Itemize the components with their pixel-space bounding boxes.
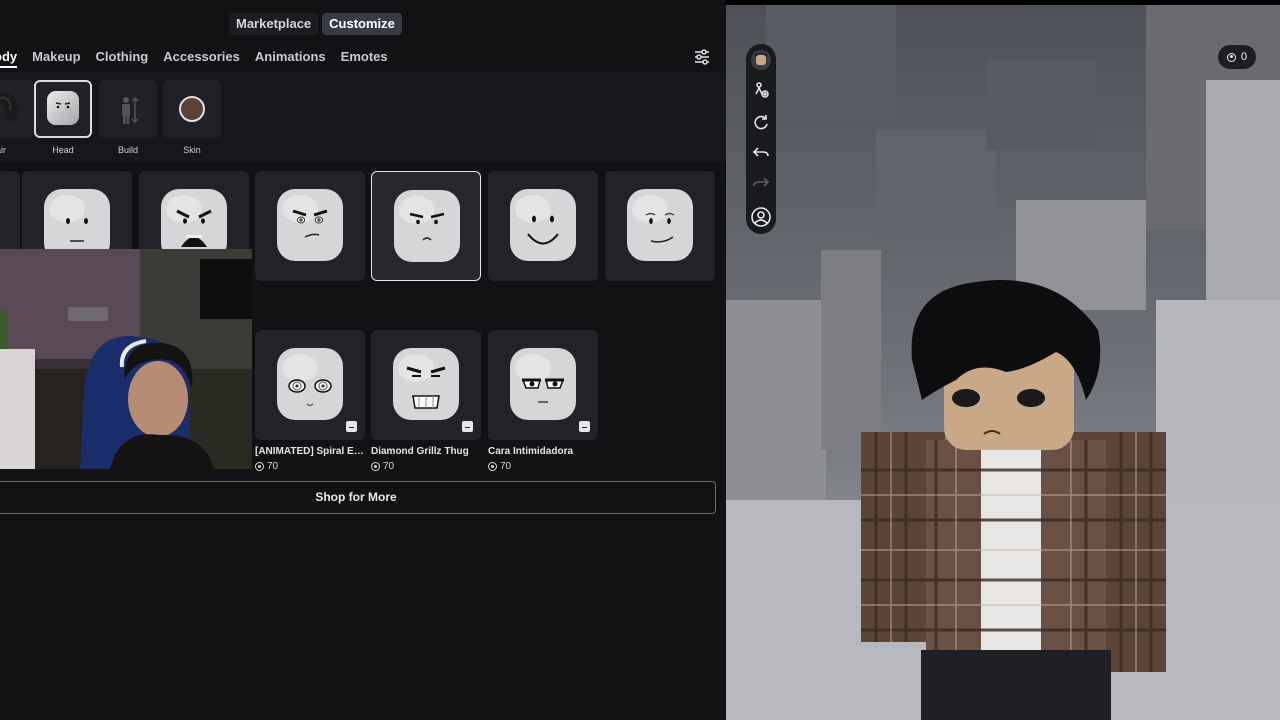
face-frown-icon <box>394 190 460 262</box>
face-smirk-icon <box>277 189 343 261</box>
face-item-card[interactable] <box>605 171 715 281</box>
redo-icon[interactable] <box>750 171 772 193</box>
tab-clothing[interactable]: Clothing <box>96 46 149 68</box>
subcategory-head[interactable] <box>34 80 92 138</box>
scene-image <box>726 0 1280 720</box>
tab-customize[interactable]: Customize <box>322 13 402 35</box>
dynamic-head-badge-icon <box>346 421 357 432</box>
face-item-card[interactable] <box>488 330 598 440</box>
adjust-icon[interactable] <box>750 79 772 101</box>
tab-marketplace[interactable]: Marketplace <box>229 13 319 35</box>
rotate-icon[interactable] <box>750 111 772 133</box>
face-smile-icon <box>510 189 576 261</box>
face-slight-smile-icon <box>627 189 693 261</box>
price-value: 70 <box>383 461 395 472</box>
shop-for-more-button[interactable]: Shop for More <box>0 481 716 514</box>
subcategory-skin[interactable] <box>163 80 221 138</box>
robux-balance-value: 0 <box>1241 51 1248 63</box>
subcategory-build[interactable] <box>99 80 157 138</box>
subcategory-hair[interactable] <box>0 80 34 138</box>
face-item-card-selected[interactable] <box>371 171 481 281</box>
marketplace-customize-toggle: Marketplace Customize <box>229 13 402 35</box>
skin-icon <box>179 96 205 122</box>
face-item-card[interactable] <box>371 330 481 440</box>
sliders-icon[interactable] <box>692 47 712 67</box>
robux-icon <box>371 462 380 471</box>
robux-icon <box>488 462 497 471</box>
tab-makeup[interactable]: Makeup <box>32 46 80 68</box>
tab-animations[interactable]: Animations <box>255 46 326 68</box>
item-price: 70 <box>255 461 278 472</box>
subcategory-label: Build <box>117 145 138 155</box>
price-value: 70 <box>500 461 512 472</box>
item-name[interactable]: Diamond Grillz Thug <box>371 446 481 457</box>
face-item-card[interactable] <box>255 330 365 440</box>
build-icon <box>122 96 139 124</box>
tab-body[interactable]: ody <box>0 46 18 68</box>
dynamic-head-badge-icon <box>579 421 590 432</box>
tab-emotes[interactable]: Emotes <box>341 46 388 68</box>
item-price: 70 <box>371 461 394 472</box>
avatar-3d-viewport[interactable] <box>726 0 1280 720</box>
webcam-feed-image <box>0 249 252 469</box>
hair-icon <box>0 93 19 122</box>
avatar-thumb-icon[interactable] <box>750 49 772 71</box>
category-tabs: ody Makeup Clothing Accessories Animatio… <box>0 46 388 68</box>
head-icon <box>47 91 79 125</box>
item-name[interactable]: [ANIMATED] Spiral Ey... <box>255 446 365 457</box>
robux-balance[interactable]: 0 <box>1218 45 1257 69</box>
subcategory-label: Head <box>52 145 74 155</box>
customize-panel: Marketplace Customize ody Makeup Clothin… <box>0 0 726 720</box>
dynamic-head-badge-icon <box>462 421 473 432</box>
avatar-view-icon[interactable] <box>750 206 772 228</box>
face-item-card[interactable] <box>255 171 365 281</box>
robux-icon <box>255 462 264 471</box>
face-item-card[interactable] <box>488 171 598 281</box>
item-name[interactable]: Cara Intimidadora <box>488 446 598 457</box>
webcam-overlay <box>0 249 252 469</box>
item-price: 70 <box>488 461 511 472</box>
subcategory-label: Skin <box>183 145 201 155</box>
tab-accessories[interactable]: Accessories <box>163 46 240 68</box>
robux-icon <box>1227 52 1236 62</box>
undo-icon[interactable] <box>750 141 772 163</box>
viewport-top-edge <box>726 0 1280 5</box>
price-value: 70 <box>267 461 279 472</box>
